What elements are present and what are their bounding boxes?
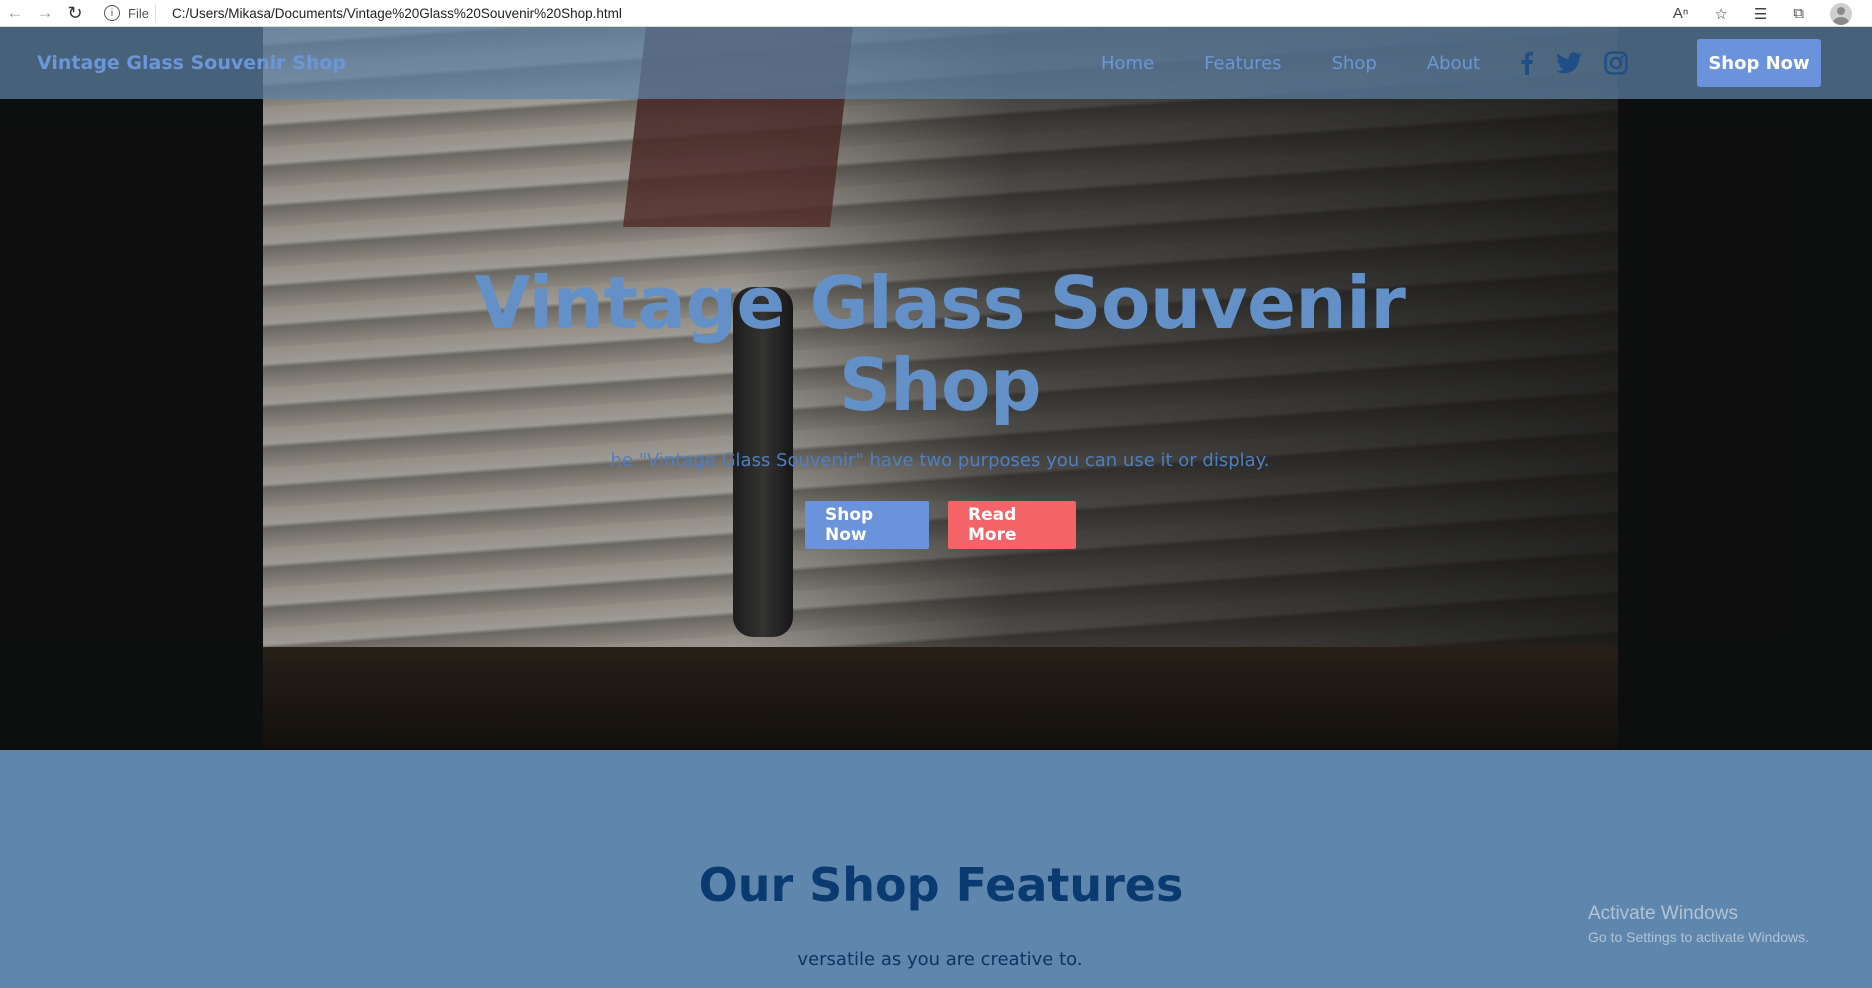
nav-shop-now-button[interactable]: Shop Now	[1697, 39, 1821, 87]
nav-link-home[interactable]: Home	[1101, 53, 1154, 74]
address-divider	[154, 4, 156, 22]
collections-icon[interactable]: ⧉	[1793, 5, 1804, 22]
hero-title-line1: Vintage Glass Souvenir	[474, 261, 1406, 345]
favorites-list-icon[interactable]: ☰	[1754, 5, 1767, 23]
hero-read-more-button[interactable]: Read More	[948, 501, 1076, 549]
nav-link-features[interactable]: Features	[1204, 53, 1281, 74]
watermark-subtitle: Go to Settings to activate Windows.	[1588, 929, 1809, 945]
social-links	[1520, 27, 1628, 99]
site-navbar: Vintage Glass Souvenir Shop Home Feature…	[0, 27, 1872, 99]
hero-title-line2: Shop	[838, 343, 1042, 427]
browser-actions: Aⁿ ☆ ☰ ⧉	[1673, 0, 1852, 27]
hero-shop-now-button[interactable]: Shop Now	[805, 501, 929, 549]
activate-windows-watermark: Activate Windows Go to Settings to activ…	[1588, 903, 1809, 945]
hero-buttons: Shop Now Read More	[805, 501, 1076, 549]
forward-button[interactable]: →	[30, 0, 60, 27]
address-bar[interactable]: C:/Users/Mikasa/Documents/Vintage%20Glas…	[172, 6, 622, 21]
facebook-icon[interactable]	[1520, 51, 1534, 75]
hero-subtitle: he "Vintage Glass Souvenir" have two pur…	[610, 450, 1270, 471]
browser-toolbar: ← → ↻ i File C:/Users/Mikasa/Documents/V…	[0, 0, 1872, 27]
features-section: Our Shop Features versatile as you are c…	[0, 750, 1872, 988]
hero-title: Vintage Glass Souvenir Shop	[440, 262, 1440, 426]
nav-link-shop[interactable]: Shop	[1332, 53, 1377, 74]
info-icon[interactable]: i	[104, 5, 120, 21]
file-label: File	[128, 5, 149, 21]
twitter-icon[interactable]	[1556, 52, 1582, 74]
favorite-star-icon[interactable]: ☆	[1714, 5, 1727, 23]
profile-avatar[interactable]	[1830, 2, 1852, 25]
instagram-icon[interactable]	[1604, 51, 1628, 75]
back-button[interactable]: ←	[0, 0, 30, 27]
nav-links: Home Features Shop About	[1101, 27, 1530, 99]
watermark-title: Activate Windows	[1588, 903, 1738, 924]
features-subtitle: versatile as you are creative to.	[797, 949, 1083, 970]
brand-logo[interactable]: Vintage Glass Souvenir Shop	[37, 52, 346, 74]
nav-link-about[interactable]: About	[1427, 53, 1480, 74]
read-aloud-icon[interactable]: Aⁿ	[1673, 5, 1688, 22]
reload-button[interactable]: ↻	[60, 0, 90, 27]
